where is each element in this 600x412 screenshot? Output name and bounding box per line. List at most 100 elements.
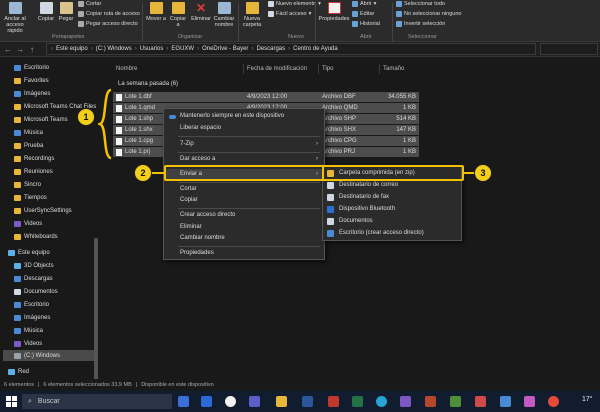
delete-button[interactable]: ✕ Eliminar <box>190 2 212 22</box>
sidebar-item[interactable]: Descargas <box>14 273 53 284</box>
powerpoint-icon[interactable] <box>425 396 436 407</box>
word-icon[interactable] <box>302 396 313 407</box>
up-arrow-icon[interactable]: ↑ <box>30 45 34 54</box>
edge-icon[interactable] <box>376 396 387 407</box>
submenu-item-mail[interactable]: Destinatario de correo <box>327 182 398 189</box>
menu-item-properties[interactable]: Propiedades <box>180 250 214 256</box>
column-header-type[interactable]: Tipo <box>322 66 333 72</box>
breadcrumb-item[interactable]: Descargas <box>256 46 285 52</box>
breadcrumb-item[interactable]: Centro de Ayuda <box>293 46 338 52</box>
menu-item-copy[interactable]: Copiar <box>180 197 198 203</box>
path-icon <box>78 11 84 17</box>
sidebar-item[interactable]: Microsoft Teams <box>14 114 68 125</box>
group-header[interactable]: La semana pasada (6) <box>118 81 178 87</box>
column-header-date[interactable]: Fecha de modificación <box>247 66 307 72</box>
sidebar-item-network[interactable]: Red <box>8 366 29 377</box>
chrome-icon[interactable] <box>225 396 236 407</box>
edit-button[interactable]: Editar <box>352 11 374 17</box>
copy-button[interactable]: Copiar <box>36 2 56 22</box>
column-header-name[interactable]: Nombre <box>116 66 137 72</box>
menu-item-keep-on-device[interactable]: Mantenerlo siempre en este dispositivo <box>180 113 284 119</box>
sidebar-item[interactable]: UserSyncSettings <box>14 205 72 216</box>
breadcrumb-item[interactable]: EGUXW <box>171 46 194 52</box>
edit-icon <box>352 11 358 17</box>
sidebar-item-this-pc[interactable]: Este equipo <box>8 247 50 258</box>
sidebar-item[interactable]: Videos <box>14 338 42 349</box>
taskbar-search-box[interactable]: ⌕ Buscar <box>22 394 172 409</box>
move-to-button[interactable]: Mover a <box>146 2 166 22</box>
qgis-icon[interactable] <box>450 396 461 407</box>
submenu-item-desktop[interactable]: Escritorio (crear acceso directo) <box>327 230 424 237</box>
task-view-icon[interactable] <box>178 396 189 407</box>
submenu-item-fax[interactable]: Destinatario de fax <box>327 194 389 201</box>
menu-item-give-access[interactable]: Dar acceso a <box>180 156 215 162</box>
teams-icon[interactable] <box>249 396 260 407</box>
sidebar-item[interactable]: Escritorio <box>14 299 49 310</box>
file-row[interactable]: Lote 1.dbf 4/9/2023 12:00 Archivo DBF 34… <box>113 92 419 102</box>
pin-quick-access-button[interactable]: Anclar al acceso rápido <box>2 2 28 34</box>
sidebar-item[interactable]: Imágenes <box>14 312 50 323</box>
sidebar-item[interactable]: Recordings <box>14 153 54 164</box>
excel-icon[interactable] <box>352 396 363 407</box>
sidebar-item[interactable]: Música <box>14 127 43 138</box>
paste-shortcut-button[interactable]: Pegar acceso directo <box>78 21 138 27</box>
windows-start-icon[interactable] <box>6 396 17 407</box>
menu-item-create-shortcut[interactable]: Crear acceso directo <box>180 212 235 218</box>
menu-item-free-space[interactable]: Liberar espacio <box>180 125 221 131</box>
new-folder-button[interactable]: Nueva carpeta <box>240 2 264 28</box>
search-icon: ⌕ <box>28 397 32 405</box>
breadcrumb-item[interactable]: Este equipo <box>56 46 88 52</box>
sidebar-item[interactable]: Imágenes <box>14 88 50 99</box>
new-item-button[interactable]: Nuevo elemento ▾ <box>268 1 321 7</box>
acrobat-icon[interactable] <box>328 396 339 407</box>
breadcrumb-item[interactable]: OneDrive - Bayer <box>202 46 248 52</box>
back-arrow-icon[interactable]: ← <box>4 45 12 54</box>
copy-to-button[interactable]: Copiar a <box>168 2 188 28</box>
outlook-icon[interactable] <box>201 396 212 407</box>
sidebar-item[interactable]: Documentos <box>14 286 58 297</box>
copy-icon <box>39 2 53 14</box>
forward-arrow-icon[interactable]: → <box>16 45 24 54</box>
app-icon[interactable] <box>524 396 535 407</box>
sidebar-item[interactable]: Música <box>14 325 43 336</box>
menu-item-cut[interactable]: Cortar <box>180 186 197 192</box>
sidebar-item[interactable]: Reuniones <box>14 166 53 177</box>
app-icon[interactable] <box>548 396 559 407</box>
open-button[interactable]: Abrir ▾ <box>352 1 376 7</box>
search-input[interactable] <box>540 43 598 55</box>
submenu-item-documents[interactable]: Documentos <box>327 218 373 225</box>
rename-button[interactable]: Cambiar nombre <box>212 2 236 28</box>
column-header-size[interactable]: Tamaño <box>383 66 404 72</box>
sidebar-item[interactable]: Whiteboards <box>14 231 58 242</box>
menu-item-7zip[interactable]: 7-Zip <box>180 141 194 147</box>
weather-temperature[interactable]: 17° <box>582 396 593 403</box>
menu-item-rename[interactable]: Cambiar nombre <box>180 235 225 241</box>
app-icon[interactable] <box>475 396 486 407</box>
breadcrumb[interactable]: › Este equipo › (C:) Windows › Usuarios › E… <box>46 43 536 55</box>
sidebar-item[interactable]: Escritorio <box>14 62 49 73</box>
sidebar-item[interactable]: Sincro <box>14 179 41 190</box>
app-icon[interactable] <box>500 396 511 407</box>
select-none-button[interactable]: No seleccionar ninguno <box>396 11 461 17</box>
sidebar-item[interactable]: Prueba <box>14 140 43 151</box>
sidebar-item[interactable]: 3D Objects <box>14 260 54 271</box>
breadcrumb-item[interactable]: Usuarios <box>140 46 164 52</box>
app-icon[interactable] <box>400 396 411 407</box>
file-explorer-icon[interactable] <box>276 396 287 407</box>
easy-access-button[interactable]: Fácil acceso ▾ <box>268 11 311 17</box>
sidebar-item-selected[interactable]: (C:) Windows <box>3 350 97 361</box>
sidebar-item[interactable]: Favorites <box>14 75 49 86</box>
breadcrumb-item[interactable]: (C:) Windows <box>96 46 132 52</box>
sidebar-item[interactable]: Tiempos <box>14 192 47 203</box>
submenu-item-bluetooth[interactable]: Dispositivo Bluetooth <box>327 206 395 213</box>
paste-button[interactable]: Pegar <box>57 2 75 22</box>
invert-selection-button[interactable]: Invertir selección <box>396 21 445 27</box>
sidebar-scrollbar[interactable] <box>94 238 98 398</box>
menu-item-delete[interactable]: Eliminar <box>180 224 202 230</box>
sidebar-item[interactable]: Videos <box>14 218 42 229</box>
properties-button[interactable]: Propiedades <box>318 2 350 22</box>
cut-button[interactable]: Cortar <box>78 1 101 7</box>
history-button[interactable]: Historial <box>352 21 380 27</box>
copy-path-button[interactable]: Copiar ruta de acceso <box>78 11 140 17</box>
select-all-button[interactable]: Seleccionar todo <box>396 1 445 7</box>
